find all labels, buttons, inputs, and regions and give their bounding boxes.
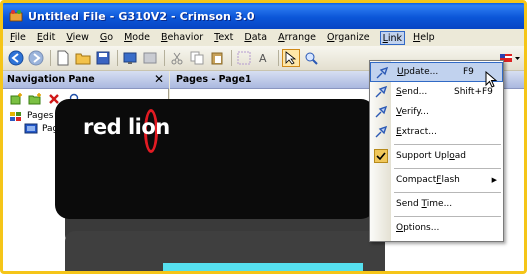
back-icon[interactable] bbox=[7, 49, 25, 67]
save-icon[interactable] bbox=[94, 49, 112, 67]
text-tool-icon[interactable]: A bbox=[255, 49, 273, 67]
menu-go[interactable]: Go bbox=[99, 31, 114, 45]
navigation-pane-header: Navigation Pane ✕ bbox=[3, 71, 169, 89]
toolbar-separator bbox=[278, 50, 279, 66]
menu-label-part: ime... bbox=[426, 199, 453, 209]
menu-item-support-upload[interactable]: Support Upload bbox=[370, 146, 503, 166]
window-title: Untitled File - G310V2 - Crimson 3.0 bbox=[28, 9, 255, 23]
menu-label-part: Compact bbox=[396, 175, 437, 185]
menu-label-part: ode bbox=[132, 31, 150, 43]
add-folder-icon[interactable] bbox=[28, 92, 42, 106]
menu-separator bbox=[394, 216, 501, 217]
menu-label-part: ile bbox=[14, 31, 26, 43]
menu-label-part: dit bbox=[42, 31, 56, 43]
new-file-icon[interactable] bbox=[54, 49, 72, 67]
menu-label-part: ink bbox=[387, 32, 403, 44]
menu-data[interactable]: Data bbox=[243, 31, 268, 45]
menu-behavior[interactable]: Behavior bbox=[160, 31, 204, 45]
red-lion-logo-text: red lion bbox=[83, 115, 170, 139]
menu-arrange[interactable]: Arrange bbox=[277, 31, 317, 45]
magnifier-icon[interactable] bbox=[302, 49, 320, 67]
menu-label-part: Support Upl bbox=[396, 151, 450, 161]
toolbar-separator bbox=[164, 50, 165, 66]
add-item-icon[interactable] bbox=[9, 92, 23, 106]
tree-item-label: Pages bbox=[27, 110, 54, 121]
send-icon bbox=[374, 85, 388, 99]
checkmark-icon bbox=[374, 149, 388, 163]
menu-item-options[interactable]: Options... bbox=[370, 218, 503, 238]
menu-separator bbox=[394, 144, 501, 145]
menu-item-verify[interactable]: Verify... bbox=[370, 102, 503, 122]
app-icon bbox=[9, 10, 23, 22]
menu-label-part: ext bbox=[218, 31, 234, 43]
svg-text:A: A bbox=[259, 52, 267, 65]
copy-icon[interactable] bbox=[188, 49, 206, 67]
menu-label-part: ptions... bbox=[403, 223, 440, 233]
title-bar: Untitled File - G310V2 - Crimson 3.0 bbox=[3, 3, 524, 29]
menu-label-part: pdate... bbox=[403, 67, 439, 77]
menu-label-part: ehavior bbox=[167, 31, 204, 43]
menu-item-shortcut: F9 bbox=[463, 67, 474, 77]
forward-icon[interactable] bbox=[27, 49, 45, 67]
submenu-arrow-icon: ▶ bbox=[491, 176, 497, 184]
cut-icon[interactable] bbox=[168, 49, 186, 67]
menu-label-part: erify... bbox=[401, 107, 429, 117]
paste-icon[interactable] bbox=[208, 49, 226, 67]
pointer-tool-icon[interactable] bbox=[282, 49, 300, 67]
menu-label-part: rrange bbox=[284, 31, 316, 43]
select-all-icon[interactable] bbox=[235, 49, 253, 67]
toolbar-separator bbox=[50, 50, 51, 66]
mouse-pointer-icon bbox=[485, 71, 498, 88]
menu-text[interactable]: Text bbox=[213, 31, 234, 45]
menu-label-part: xtract... bbox=[401, 127, 437, 137]
menu-label-part: elp bbox=[420, 31, 435, 43]
menu-label-part: lash bbox=[441, 175, 460, 185]
device-cyan-bar bbox=[163, 263, 363, 271]
menu-item-update[interactable]: Update... F9 bbox=[370, 62, 503, 82]
application-window: Untitled File - G310V2 - Crimson 3.0 Fil… bbox=[0, 0, 527, 274]
page-icon bbox=[24, 123, 38, 134]
extract-icon bbox=[374, 125, 388, 139]
menu-separator bbox=[394, 192, 501, 193]
menu-label-part: rganize bbox=[334, 31, 370, 43]
menu-label-mnemonic: U bbox=[397, 67, 404, 77]
pages-panel-title: Pages - Page1 bbox=[176, 74, 252, 85]
toolbar-separator bbox=[231, 50, 232, 66]
pages-folder-icon bbox=[10, 111, 21, 121]
menu-label-part: ata bbox=[251, 31, 268, 43]
toolbar-separator bbox=[117, 50, 118, 66]
menu-item-send[interactable]: Send... Shift+F9 bbox=[370, 82, 503, 102]
menu-label-part: Send bbox=[396, 199, 422, 209]
menu-link[interactable]: Link bbox=[379, 30, 406, 45]
monitor-icon[interactable] bbox=[121, 49, 139, 67]
menu-label-part: ad bbox=[454, 151, 466, 161]
window-icon[interactable] bbox=[141, 49, 159, 67]
menu-mode[interactable]: Mode bbox=[123, 31, 151, 45]
menu-bar: File Edit View Go Mode Behavior Text Data Arrang… bbox=[3, 29, 524, 46]
menu-label-mnemonic: D bbox=[244, 31, 252, 43]
close-icon[interactable]: ✕ bbox=[154, 72, 164, 86]
menu-label-part: iew bbox=[72, 31, 89, 43]
menu-help[interactable]: Help bbox=[412, 31, 436, 45]
menu-separator bbox=[394, 168, 501, 169]
menu-edit[interactable]: Edit bbox=[36, 31, 56, 45]
menu-item-send-time[interactable]: Send Time... bbox=[370, 194, 503, 214]
open-folder-icon[interactable] bbox=[74, 49, 92, 67]
menu-item-extract[interactable]: Extract... bbox=[370, 122, 503, 142]
navigation-pane-title: Navigation Pane bbox=[7, 74, 95, 85]
menu-label-part: end... bbox=[401, 87, 428, 97]
menu-file[interactable]: File bbox=[9, 31, 27, 45]
link-menu-dropdown: Update... F9 Send... Shift+F9 Verify... … bbox=[369, 60, 504, 242]
menu-item-compactflash[interactable]: CompactFlash ▶ bbox=[370, 170, 503, 190]
verify-icon bbox=[374, 105, 388, 119]
menu-label-part: o bbox=[107, 31, 114, 43]
update-icon bbox=[375, 66, 389, 80]
menu-view[interactable]: View bbox=[65, 31, 90, 45]
menu-organize[interactable]: Organize bbox=[326, 31, 371, 45]
